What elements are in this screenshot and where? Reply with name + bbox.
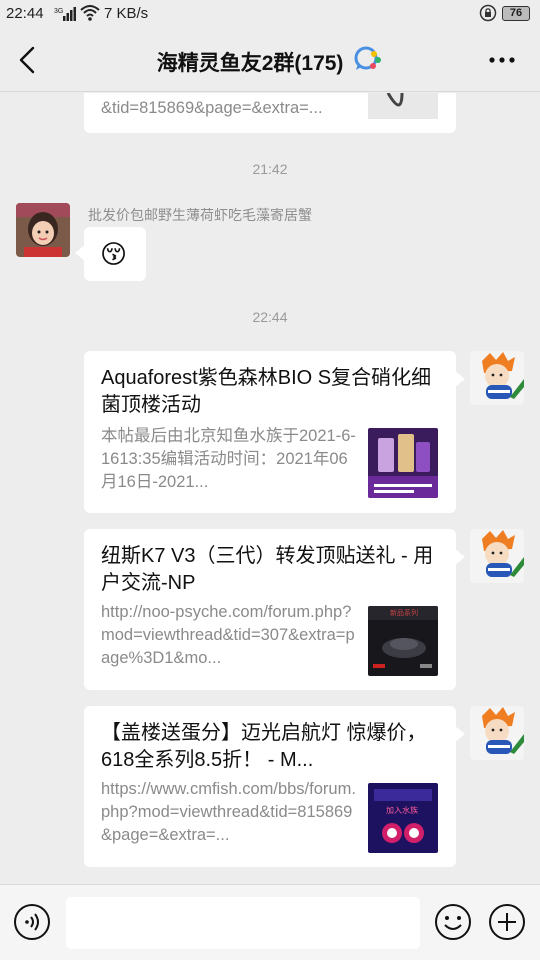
- card-desc: http://noo-psyche.com/forum.php?mod=view…: [101, 603, 355, 667]
- card-desc: &tid=815869&page=&extra=...: [101, 99, 323, 117]
- timestamp: 22:44: [252, 309, 288, 325]
- card-desc: https://www.cmfish.com/bbs/forum.php?mod…: [101, 780, 356, 844]
- chat-title: 海精灵鱼友2群(175): [0, 46, 540, 78]
- message-input[interactable]: [66, 897, 420, 949]
- emoji-icon: [435, 904, 471, 940]
- input-bar: [0, 884, 540, 960]
- status-bar: 22:44 3G 7 KB/s 76: [0, 0, 540, 28]
- wifi-icon: [80, 4, 100, 26]
- card-thumbnail: [368, 428, 438, 498]
- emoji-button[interactable]: [434, 903, 472, 941]
- svg-text:新品系列: 新品系列: [390, 608, 418, 617]
- signal-icon: 3G: [54, 6, 76, 26]
- status-time: 22:44: [6, 5, 44, 22]
- link-card[interactable]: Aquaforest紫色森林BIO S复合硝化细菌顶楼活动 本帖最后由北京知鱼水…: [84, 351, 465, 513]
- message-text: 😚: [100, 239, 128, 269]
- avatar-self[interactable]: [470, 351, 524, 405]
- network-speed: 7 KB/s: [104, 5, 149, 22]
- plus-icon: [489, 904, 525, 940]
- card-desc: 本帖最后由北京知鱼水族于2021-6-1613:35编辑活动时间：2021年06…: [101, 427, 356, 491]
- card-title: 【盖楼送蛋分】迈光启航灯 惊爆价，618全系列8.5折！ - M...: [101, 722, 427, 771]
- timestamp: 21:42: [252, 161, 288, 177]
- svg-text:加入水族: 加入水族: [386, 805, 418, 815]
- avatar-self[interactable]: [470, 529, 524, 583]
- card-title: Aquaforest紫色森林BIO S复合硝化细菌顶楼活动: [101, 367, 432, 416]
- card-thumbnail: 新品系列: [368, 606, 438, 676]
- svg-text:3G: 3G: [54, 8, 63, 15]
- group-chat-icon: [353, 46, 383, 78]
- chat-header: 海精灵鱼友2群(175): [0, 28, 540, 92]
- voice-icon: [14, 904, 50, 940]
- sender-name: 批发价包邮野生薄荷虾吃毛藻寄居蟹: [88, 207, 312, 223]
- plus-button[interactable]: [488, 903, 526, 941]
- link-card[interactable]: 【盖楼送蛋分】迈光启航灯 惊爆价，618全系列8.5折！ - M... http…: [84, 706, 465, 867]
- text-message-bubble[interactable]: 😚: [75, 227, 146, 281]
- card-thumbnail: 加入水族: [368, 783, 438, 853]
- link-card-partial[interactable]: &tid=815869&page=&extra=...: [84, 92, 456, 133]
- more-icon: [489, 57, 515, 63]
- avatar-self[interactable]: [470, 706, 524, 760]
- voice-button[interactable]: [13, 903, 51, 941]
- avatar[interactable]: [16, 203, 70, 257]
- link-card[interactable]: 纽斯K7 V3（三代）转发顶贴送礼 - 用户交流-NP http://noo-p…: [84, 529, 465, 690]
- more-button[interactable]: [482, 40, 522, 80]
- card-title: 纽斯K7 V3（三代）转发顶贴送礼 - 用户交流-NP: [101, 545, 434, 594]
- card-thumbnail: [368, 92, 438, 119]
- alarm-icon: [479, 4, 497, 26]
- battery-indicator: 76: [502, 6, 530, 21]
